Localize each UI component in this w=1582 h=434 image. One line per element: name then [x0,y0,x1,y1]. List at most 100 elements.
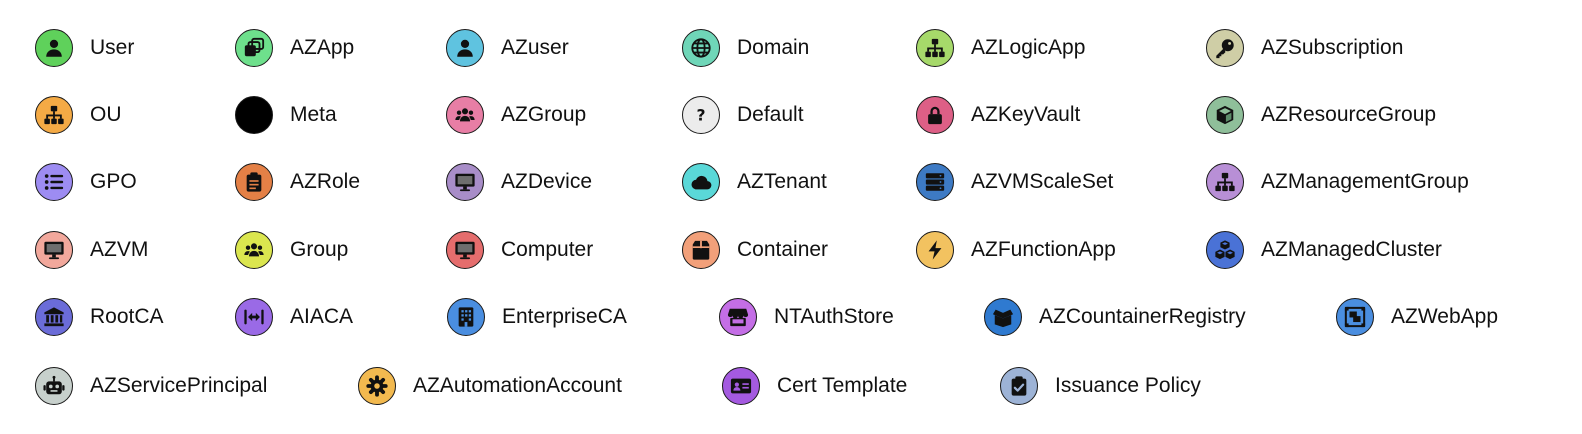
legend-item-label: AZAutomationAccount [413,374,622,397]
legend-item-label: AZRole [290,170,361,193]
box-icon [682,231,720,269]
legend-item-label: NTAuthStore [774,305,894,328]
legend-item: AZWebApp [1336,297,1498,337]
legend-item-label: AZApp [290,36,355,59]
user-icon [35,29,73,67]
legend-item-label: Issuance Policy [1055,374,1201,397]
question-icon: ? [682,96,720,134]
list-icon [35,163,73,201]
svg-text:?: ? [696,107,705,125]
legend-item-label: AZDevice [501,170,593,193]
server-icon [916,163,954,201]
legend-item: AZGroup [446,95,586,135]
legend-item: User [35,28,134,68]
legend-item-label: Cert Template [777,374,908,397]
legend-item: ? Default [682,95,804,135]
legend-item: AZuser [446,28,569,68]
building-icon [447,298,485,336]
app-windows-icon [235,29,273,67]
legend-item: AZVM [35,230,148,270]
legend-item: AZManagedCluster [1206,230,1442,270]
store-icon [719,298,757,336]
legend-item-label: Computer [501,238,594,261]
legend-item: AZTenant [682,162,827,202]
legend-item-label: RootCA [90,305,164,328]
legend-item-label: AZuser [501,36,569,59]
legend-item: Group [235,230,348,270]
legend-item: GPO [35,162,137,202]
bank-icon [35,298,73,336]
legend-item-label: AZWebApp [1391,305,1498,328]
sitemap-icon [916,29,954,67]
legend-item: Container [682,230,828,270]
desktop-icon [35,231,73,269]
bolt-icon [916,231,954,269]
user-icon [446,29,484,67]
users-icon [446,96,484,134]
legend-item-label: Container [737,238,829,261]
legend-item: AZFunctionApp [916,230,1116,270]
legend-item: AZCountainerRegistry [984,297,1246,337]
node-badge [235,96,273,134]
legend-item-label: AZTenant [737,170,827,193]
arrows-h-icon [235,298,273,336]
cubes-icon [1206,231,1244,269]
legend-item: AZDevice [446,162,592,202]
users-icon [235,231,273,269]
legend-item-label: AZVMScaleSet [971,170,1114,193]
sitemap-icon [35,96,73,134]
legend-item-label: AZServicePrincipal [90,374,268,397]
legend-item-label: AZCountainerRegistry [1039,305,1246,328]
lock-icon [916,96,954,134]
legend-item-label: Meta [290,103,337,126]
node-type-legend: User AZApp AZuser Domain AZLogicApp AZSubscri… [0,0,1582,434]
key-icon [1206,29,1244,67]
legend-item: AZRole [235,162,360,202]
legend-item: EnterpriseCA [447,297,627,337]
box-open-icon [984,298,1022,336]
legend-item: Computer [446,230,593,270]
legend-item: AZLogicApp [916,28,1085,68]
legend-item: AZAutomationAccount [358,366,622,406]
legend-item: AZVMScaleSet [916,162,1113,202]
legend-item: AZApp [235,28,354,68]
legend-item-label: AZKeyVault [971,103,1081,126]
legend-item-label: User [90,36,135,59]
legend-item-label: AZVM [90,238,149,261]
legend-item: AZSubscription [1206,28,1403,68]
legend-item-label: AZFunctionApp [971,238,1116,261]
cube-icon [1206,96,1244,134]
legend-item: Meta [235,95,337,135]
legend-item-label: GPO [90,170,137,193]
legend-item-label: AZLogicApp [971,36,1086,59]
legend-item: OU [35,95,122,135]
gear-icon [358,367,396,405]
desktop-icon [446,231,484,269]
desktop-icon [446,163,484,201]
legend-item-label: AZGroup [501,103,587,126]
legend-item: AZServicePrincipal [35,366,267,406]
legend-item-label: AZResourceGroup [1261,103,1437,126]
legend-item: Issuance Policy [1000,366,1201,406]
id-card-icon [722,367,760,405]
clipboard-icon [235,163,273,201]
legend-item-label: Default [737,103,804,126]
legend-item-label: AZManagedCluster [1261,238,1442,261]
legend-item: AIACA [235,297,353,337]
sitemap-icon [1206,163,1244,201]
legend-item: Domain [682,28,809,68]
legend-item: AZKeyVault [916,95,1080,135]
clipboard-check-icon [1000,367,1038,405]
legend-item: Cert Template [722,366,907,406]
legend-item-label: Domain [737,36,810,59]
legend-item-label: Group [290,238,349,261]
object-group-icon [1336,298,1374,336]
legend-item: NTAuthStore [719,297,894,337]
legend-item: AZManagementGroup [1206,162,1469,202]
legend-item-label: AZManagementGroup [1261,170,1469,193]
legend-item-label: EnterpriseCA [502,305,627,328]
legend-item: RootCA [35,297,164,337]
legend-item-label: AZSubscription [1261,36,1404,59]
robot-icon [35,367,73,405]
legend-item-label: OU [90,103,122,126]
